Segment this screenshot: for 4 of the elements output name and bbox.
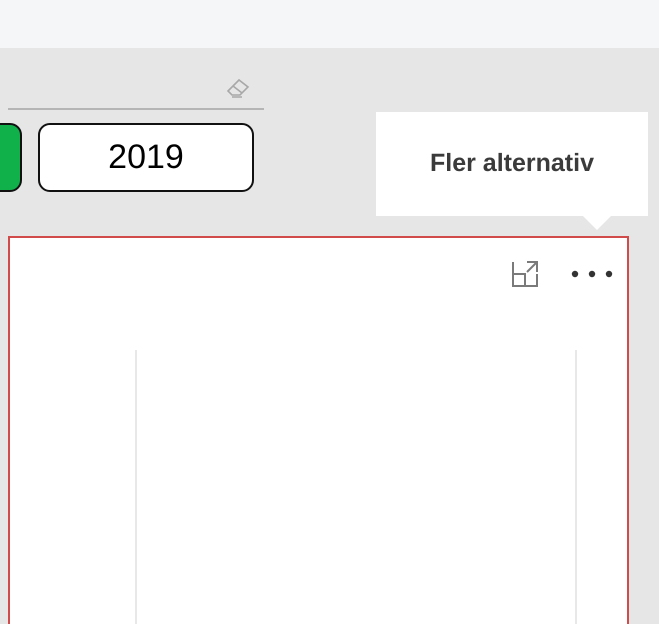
tooltip-text: Fler alternativ [430,148,594,180]
focus-mode-icon[interactable] [509,258,541,290]
year-button[interactable]: 2019 [38,123,254,192]
more-options-icon[interactable] [571,270,613,278]
